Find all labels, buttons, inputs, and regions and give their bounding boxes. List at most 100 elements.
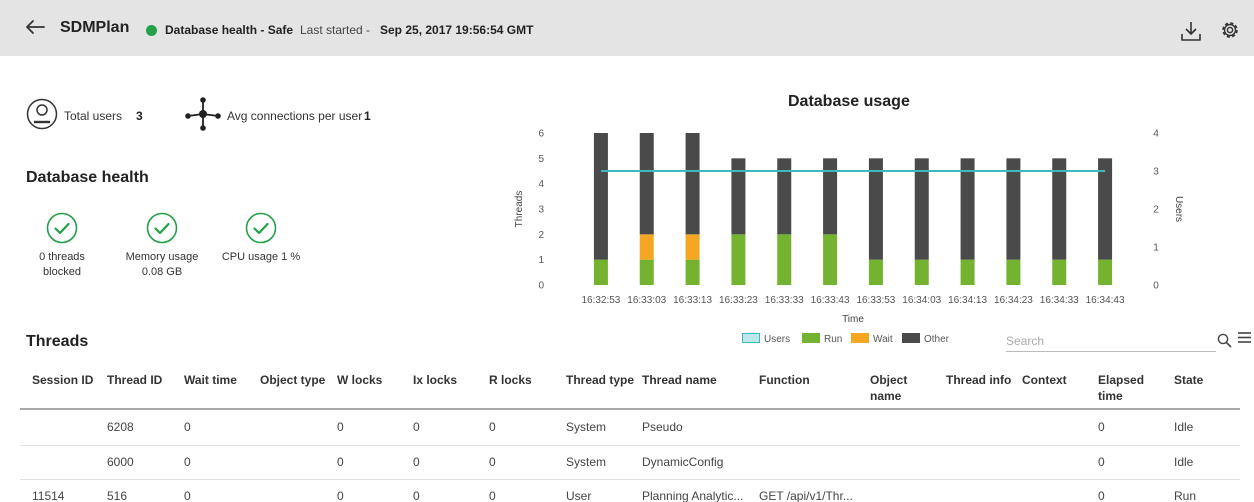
y-tick-label: 3 <box>538 205 544 216</box>
last-started-value: Sep 25, 2017 19:56:54 GMT <box>380 23 534 37</box>
table-cell: 0 <box>1098 489 1105 502</box>
column-header-object-type[interactable]: Object type <box>260 372 325 388</box>
column-header-thread-id[interactable]: Thread ID <box>107 372 162 388</box>
column-header-context[interactable]: Context <box>1022 372 1067 388</box>
download-icon[interactable] <box>1180 20 1202 42</box>
app-title: SDMPlan <box>60 19 130 36</box>
x-tick-label: 16:34:03 <box>902 295 941 306</box>
y-tick-label: 5 <box>538 154 544 165</box>
settings-icon[interactable] <box>1218 18 1242 42</box>
health-status-text: Database health - Safe <box>165 23 294 37</box>
check-circle-icon <box>46 212 78 244</box>
table-cell: Idle <box>1174 455 1194 469</box>
table-cell: Pseudo <box>642 420 683 434</box>
row-divider <box>20 479 1240 480</box>
x-tick-label: 16:33:03 <box>627 295 666 306</box>
bar-run <box>914 259 929 285</box>
table-cell: 0 <box>413 455 420 469</box>
y-tick-label: 6 <box>538 129 544 140</box>
table-cell: 0 <box>1098 420 1105 434</box>
table-cell: 0 <box>489 455 496 469</box>
table-cell: 0 <box>184 455 191 469</box>
bar-other <box>1006 158 1021 260</box>
table-cell: 0 <box>337 455 344 469</box>
table-cell: GET /api/v1/Thr... <box>759 489 853 502</box>
database-usage-chart: 0 1 2 3 4 5 6 0 1 2 3 4 Threads Users Time 16:32:53 16:3… <box>514 129 1184 326</box>
y2-tick-label: 2 <box>1153 205 1159 216</box>
legend-run: Run <box>802 333 842 347</box>
menu-icon[interactable] <box>1238 331 1251 344</box>
y-axis-title: Threads <box>514 191 525 228</box>
x-tick-label: 16:34:23 <box>994 295 1033 306</box>
y2-axis-title: Users <box>1173 196 1184 222</box>
column-header-state[interactable]: State <box>1174 372 1203 388</box>
search-icon[interactable] <box>1217 333 1232 348</box>
y2-tick-label: 3 <box>1153 167 1159 178</box>
bar-other <box>1052 158 1067 260</box>
column-header-ix-locks[interactable]: Ix locks <box>413 372 457 388</box>
bar-wait <box>639 234 654 260</box>
table-cell: 0 <box>337 489 344 502</box>
bar-other <box>1098 158 1113 260</box>
legend-wait: Wait <box>851 333 893 347</box>
x-axis-title: Time <box>842 314 864 325</box>
y2-tick-label: 4 <box>1153 129 1159 140</box>
y-tick-label: 1 <box>538 255 544 266</box>
table-cell: System <box>566 420 607 434</box>
bar-run <box>1006 259 1021 285</box>
column-header-r-locks[interactable]: R locks <box>489 372 532 388</box>
network-icon <box>185 97 221 131</box>
table-cell: 11514 <box>32 489 65 502</box>
threads-blocked-label: 0 threads blocked <box>39 251 85 278</box>
x-tick-label: 16:32:53 <box>581 295 620 306</box>
column-header-session-id[interactable]: Session ID <box>32 372 93 388</box>
table-cell: 0 <box>413 489 420 502</box>
bar-run <box>1052 259 1067 285</box>
x-tick-label: 16:33:33 <box>765 295 804 306</box>
back-arrow-icon[interactable] <box>24 16 46 38</box>
bar-other <box>593 133 608 260</box>
column-header-thread-type[interactable]: Thread type <box>566 372 634 388</box>
table-cell: 0 <box>1098 455 1105 469</box>
top-bar: SDMPlan Database health - Safe Last star… <box>0 0 1254 56</box>
legend-users: Users <box>742 333 790 347</box>
bar-run <box>593 259 608 285</box>
column-header-thread-info[interactable]: Thread info <box>946 372 1011 388</box>
column-header-elapsed-time[interactable]: Elapsed time <box>1098 372 1144 404</box>
table-cell: 0 <box>337 420 344 434</box>
database-health-title: Database health <box>26 169 149 186</box>
bar-run <box>731 234 746 285</box>
x-tick-label: 16:33:53 <box>856 295 895 306</box>
y-tick-label: 0 <box>538 281 544 292</box>
table-cell: 6208 <box>107 420 134 434</box>
table-header-divider <box>20 408 1240 410</box>
table-cell: Run <box>1174 489 1197 502</box>
y-tick-label: 4 <box>538 179 544 190</box>
column-header-object-name[interactable]: Object name <box>870 372 907 404</box>
bar-run <box>823 234 838 285</box>
x-tick-label: 16:33:13 <box>673 295 712 306</box>
total-users-label: Total users <box>64 109 123 123</box>
column-header-w-locks[interactable]: W locks <box>337 372 382 388</box>
avg-connections-label: Avg connections per user <box>227 109 363 123</box>
search-input[interactable] <box>1006 330 1216 352</box>
bar-other <box>777 158 792 235</box>
column-header-function[interactable]: Function <box>759 372 810 388</box>
threads-title: Threads <box>26 333 89 350</box>
table-cell: DynamicConfig <box>642 455 724 469</box>
table-cell: System <box>566 455 607 469</box>
y2-tick-label: 0 <box>1153 281 1159 292</box>
bar-run <box>868 259 883 285</box>
column-header-wait-time[interactable]: Wait time <box>184 372 237 388</box>
legend-swatch <box>902 333 920 343</box>
table-cell: Planning Analytic... <box>642 489 744 502</box>
chart-title: Database usage <box>788 93 910 110</box>
user-icon <box>26 98 58 130</box>
x-tick-label: 16:34:43 <box>1086 295 1125 306</box>
y2-tick-label: 1 <box>1153 243 1159 254</box>
bar-other <box>639 133 654 235</box>
x-tick-label: 16:33:43 <box>811 295 850 306</box>
legend-swatch <box>851 333 869 343</box>
column-header-thread-name[interactable]: Thread name <box>642 372 717 388</box>
table-cell: 0 <box>413 420 420 434</box>
